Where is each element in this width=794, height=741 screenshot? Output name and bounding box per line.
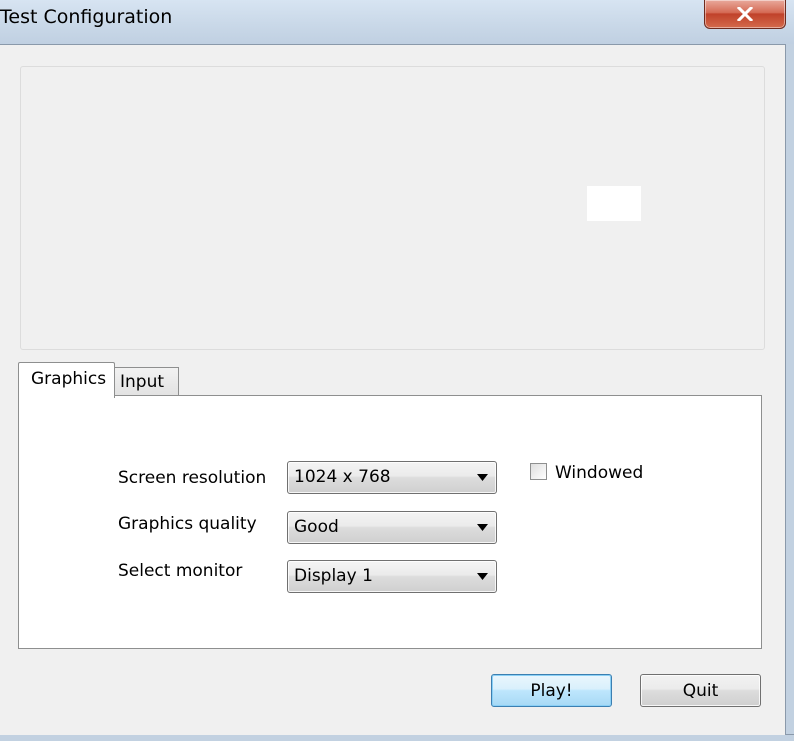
screen-resolution-label: Screen resolution: [118, 468, 267, 488]
graphics-tab-panel: Screen resolution 1024 x 768 Graphics qu…: [18, 395, 762, 649]
graphics-quality-value: Good: [294, 517, 339, 537]
tab-graphics-label: Graphics: [31, 369, 107, 389]
screen-resolution-select[interactable]: 1024 x 768: [287, 461, 497, 494]
select-monitor-select[interactable]: Display 1: [287, 560, 497, 593]
graphics-quality-select[interactable]: Good: [287, 511, 497, 544]
window-frame-right: [785, 44, 794, 740]
screen-resolution-value: 1024 x 768: [294, 467, 391, 487]
chevron-down-icon: [477, 524, 488, 531]
windowed-label[interactable]: Windowed: [555, 463, 643, 483]
chevron-down-icon: [477, 474, 488, 481]
title-bar[interactable]: Test Configuration: [0, 0, 794, 46]
select-monitor-value: Display 1: [294, 566, 373, 586]
quit-button[interactable]: Quit: [640, 674, 761, 707]
preview-image: [587, 186, 641, 221]
close-button[interactable]: [704, 0, 786, 29]
graphics-quality-label: Graphics quality: [118, 514, 257, 534]
dialog-client-area: Graphics Input Screen resolution 1024 x …: [0, 44, 785, 735]
close-icon: [737, 7, 753, 21]
tab-graphics[interactable]: Graphics: [18, 362, 115, 398]
select-monitor-label: Select monitor: [118, 561, 243, 581]
chevron-down-icon: [477, 573, 488, 580]
tab-input-label: Input: [120, 372, 165, 392]
tab-input[interactable]: Input: [113, 367, 179, 396]
window-title: Test Configuration: [0, 6, 173, 28]
play-button[interactable]: Play!: [491, 674, 612, 707]
preview-panel: [20, 66, 765, 350]
windowed-checkbox[interactable]: [530, 463, 547, 480]
